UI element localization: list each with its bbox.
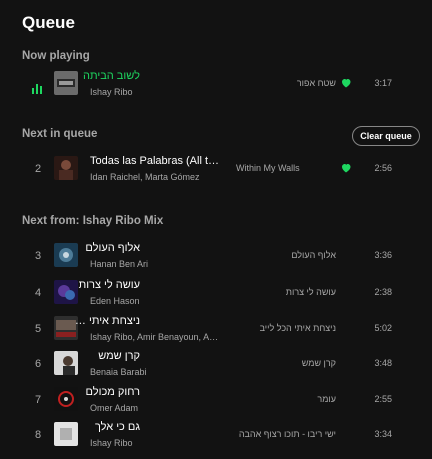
queue-row[interactable]: 7 רחוק מכולם Omer Adam עומר 2:55: [0, 384, 432, 424]
heart-icon[interactable]: [340, 77, 352, 89]
song-title[interactable]: גם כי אלך: [70, 421, 140, 433]
track-duration: 3:48: [374, 358, 392, 368]
song-title[interactable]: רחוק מכולם: [70, 386, 140, 398]
song-title[interactable]: אלוף העולם: [70, 242, 140, 254]
song-title[interactable]: עושה לי צרות: [70, 279, 140, 291]
album-name[interactable]: שטח אפור: [236, 78, 336, 88]
album-name[interactable]: קרן שמש: [236, 358, 336, 368]
song-title[interactable]: קרן שמש: [70, 350, 140, 362]
queue-row[interactable]: 6 קרן שמש Benaia Barabi קרן שמש 3:48: [0, 348, 432, 388]
now-playing-label: Now playing: [22, 50, 90, 62]
album-name[interactable]: אלוף העולם: [236, 250, 336, 260]
album-name[interactable]: Within My Walls: [236, 163, 336, 173]
artist-name[interactable]: Ishay Ribo: [90, 438, 225, 448]
song-title[interactable]: לשוב הביתה: [70, 70, 140, 82]
artist-name[interactable]: Ishay Ribo, Amir Benayoun, Amir Dadon: [90, 332, 225, 342]
queue-row[interactable]: 3 אלוף העולם Hanan Ben Ari אלוף העולם 3:…: [0, 240, 432, 280]
next-from-label: Next from: Ishay Ribo Mix: [22, 215, 164, 227]
heart-icon[interactable]: [340, 162, 352, 174]
next-in-queue-label: Next in queue: [22, 128, 98, 140]
track-duration: 2:38: [374, 287, 392, 297]
track-duration: 3:34: [374, 429, 392, 439]
queue-title: Queue: [22, 13, 75, 32]
album-name[interactable]: עומר: [236, 394, 336, 404]
queue-row[interactable]: 4 עושה לי צרות Eden Hason עושה לי צרות 2…: [0, 277, 432, 317]
track-index: 6: [34, 358, 42, 370]
track-duration: 2:55: [374, 394, 392, 404]
artist-name[interactable]: Omer Adam: [90, 403, 225, 413]
song-title[interactable]: Todas las Palabras (All the Words): [90, 155, 225, 167]
track-index: 5: [34, 323, 42, 335]
artist-name[interactable]: Benaia Barabi: [90, 367, 225, 377]
track-index: 7: [34, 394, 42, 406]
artist-name[interactable]: Ishay Ribo: [90, 87, 225, 97]
track-index: 3: [34, 250, 42, 262]
now-playing-row[interactable]: לשוב הביתה Ishay Ribo שטח אפור 3:17: [0, 68, 432, 108]
track-duration: 2:56: [374, 163, 392, 173]
song-title[interactable]: ניצחת איתי הכל לייב: [70, 315, 140, 327]
queue-row[interactable]: 8 גם כי אלך Ishay Ribo ישי ריבו - תוכו ר…: [0, 419, 432, 459]
artist-name[interactable]: Hanan Ben Ari: [90, 259, 225, 269]
artist-name[interactable]: Idan Raichel, Marta Gómez: [90, 172, 225, 182]
track-index: 8: [34, 429, 42, 441]
queue-row[interactable]: 2 Todas las Palabras (All the Words) Ida…: [0, 153, 432, 193]
track-duration: 3:36: [374, 250, 392, 260]
track-duration: 5:02: [374, 323, 392, 333]
artist-name[interactable]: Eden Hason: [90, 296, 225, 306]
album-name[interactable]: ניצחת איתי הכל לייב: [236, 323, 336, 333]
queue-row[interactable]: 5 ניצחת איתי הכל לייב Ishay Ribo, Amir B…: [0, 313, 432, 353]
album-name[interactable]: ישי ריבו - תוכו רצוף אהבה: [236, 429, 336, 439]
track-index: 2: [34, 163, 42, 175]
album-name[interactable]: עושה לי צרות: [236, 287, 336, 297]
equalizer-icon: [32, 84, 42, 94]
album-art: [54, 156, 78, 180]
clear-queue-button[interactable]: Clear queue: [352, 126, 420, 146]
track-index: 4: [34, 287, 42, 299]
track-duration: 3:17: [374, 78, 392, 88]
